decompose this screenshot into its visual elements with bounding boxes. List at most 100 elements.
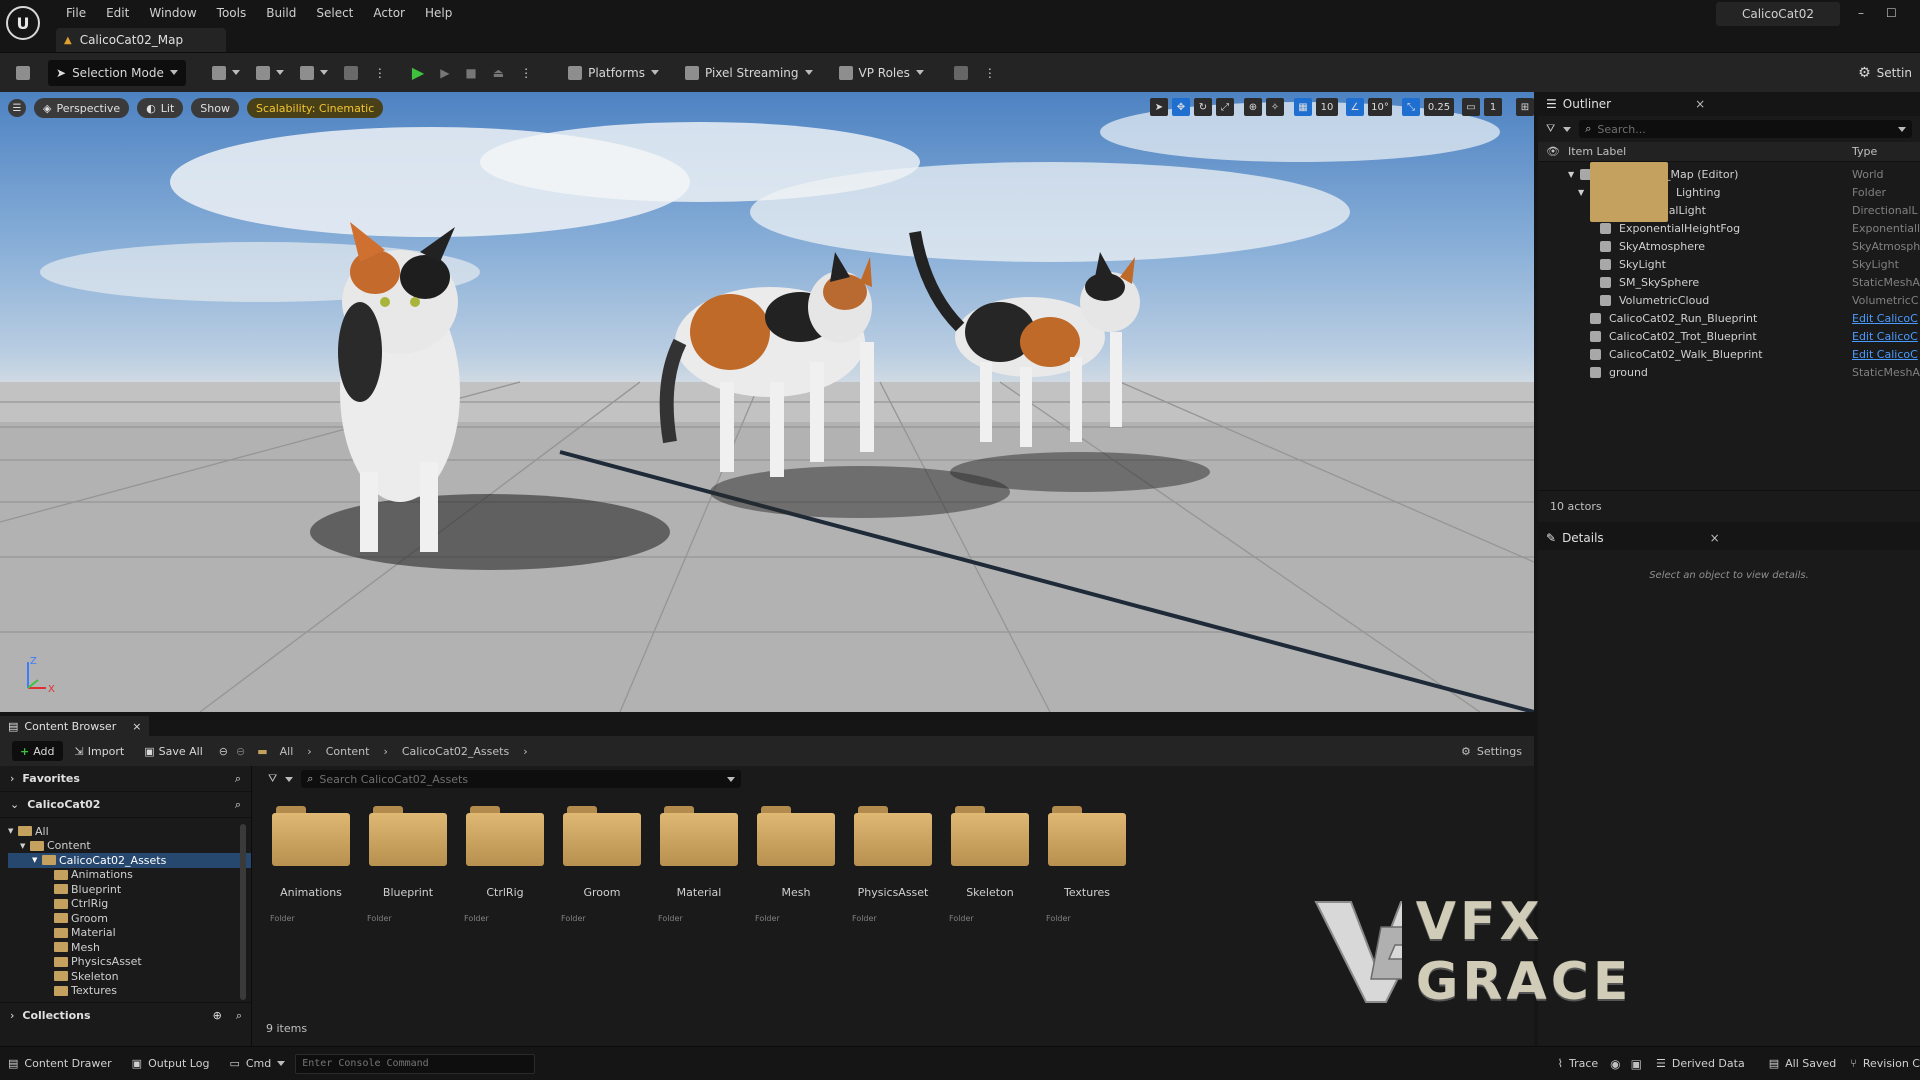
settings-button[interactable]: ⚙ Settin [1850,60,1920,86]
menu-select[interactable]: Select [306,6,363,20]
selection-mode-button[interactable]: ➤ Selection Mode [48,59,186,86]
lit-button[interactable]: ◐ Lit [137,98,184,118]
asset-folder-tile[interactable]: Groom Folder [557,802,647,932]
expand-arrow-icon[interactable]: ▼ [20,842,30,850]
menu-file[interactable]: File [56,6,96,20]
viewport-layout-button[interactable]: ⊞ [1516,98,1534,116]
toolbar-more-button[interactable]: ⋮ [366,60,394,86]
menu-actor[interactable]: Actor [363,6,415,20]
expand-arrow-icon[interactable]: ▼ [1568,170,1580,179]
save-all-button[interactable]: ▣ Save All [136,741,211,761]
record-icon[interactable]: ◉ [1610,1057,1620,1071]
collections-section[interactable]: › Collections ⊕ ⌕ [0,1002,252,1028]
folder-tree-item[interactable]: Blueprint [8,882,251,897]
save-icon[interactable] [8,60,38,86]
cmd-button[interactable]: ▭ Cmd [229,1057,286,1070]
search-icon[interactable]: ⌕ [236,1009,242,1023]
search-icon[interactable]: ⌕ [235,772,241,786]
eye-icon[interactable]: 👁 [1546,145,1562,158]
item-label-column[interactable]: Item Label [1568,145,1852,158]
content-settings-button[interactable]: ⚙ Settings [1461,745,1522,758]
back-icon[interactable]: ⊖ [219,745,228,758]
asset-folder-tile[interactable]: Textures Folder [1042,802,1132,932]
asset-folder-tile[interactable]: Blueprint Folder [363,802,453,932]
forward-icon[interactable]: ⊖ [236,745,245,758]
close-icon[interactable]: × [132,720,141,733]
blueprint-button[interactable] [248,60,292,86]
edit-blueprint-link[interactable]: Edit CalicoC [1852,312,1920,325]
select-tool-button[interactable]: ➤ [1150,98,1168,116]
outliner-row[interactable]: CalicoCat02_Trot_Blueprint Edit CalicoC [1538,327,1920,345]
expand-arrow-icon[interactable]: ▼ [8,827,18,835]
menu-window[interactable]: Window [139,6,206,20]
outliner-row[interactable]: VolumetricCloud VolumetricC [1538,291,1920,309]
filter-icon[interactable]: ⛛ [268,772,277,786]
folder-tree-item[interactable]: Skeleton [8,969,251,984]
viewport-menu-button[interactable]: ☰ [8,99,26,117]
camera-button[interactable] [946,60,976,86]
rotation-snap-value[interactable]: 10° [1368,98,1392,116]
grid-snap-value[interactable]: 10 [1316,98,1338,116]
content-drawer-button[interactable]: ▤ Content Drawer [8,1057,112,1070]
outliner-row[interactable]: SkyAtmosphere SkyAtmosph [1538,237,1920,255]
world-local-button[interactable]: ⊕ [1244,98,1262,116]
scale-snap-value[interactable]: 0.25 [1424,98,1454,116]
folder-tree-item[interactable]: Material [8,926,251,941]
unreal-logo-icon[interactable]: U [6,6,40,40]
chevron-down-icon[interactable] [285,776,294,782]
modes-button[interactable] [336,60,366,86]
screenshot-icon[interactable]: ▣ [1631,1057,1642,1071]
tree-scrollbar[interactable] [240,824,246,1000]
all-saved-button[interactable]: ▤ All Saved [1769,1057,1837,1070]
scalability-badge[interactable]: Scalability: Cinematic [246,98,384,118]
outliner-row[interactable]: CalicoCat02_Run_Blueprint Edit CalicoC [1538,309,1920,327]
project-section[interactable]: ⌄ CalicoCat02 ⌕ [0,792,251,818]
filter-icon[interactable]: ⛛ [1546,122,1555,136]
outliner-row[interactable]: ▼ Lighting Folder [1538,162,1920,222]
asset-search-input[interactable]: ⌕ Search CalicoCat02_Assets [301,770,742,788]
outliner-row[interactable]: ground StaticMeshA [1538,363,1920,381]
folder-tree-item[interactable]: ▼ Content [8,839,251,854]
folder-tree-item[interactable]: ▼ CalicoCat02_Assets [8,853,251,868]
folder-tree-item[interactable]: Animations [8,868,251,883]
grid-snap-toggle[interactable]: ▦ [1294,98,1312,116]
console-command-input[interactable] [295,1053,536,1074]
asset-folder-tile[interactable]: PhysicsAsset Folder [848,802,938,932]
expand-arrow-icon[interactable]: ▼ [1578,188,1590,197]
outliner-row[interactable]: CalicoCat02_Walk_Blueprint Edit CalicoC [1538,345,1920,363]
pixel-streaming-button[interactable]: Pixel Streaming [677,60,821,86]
add-collection-icon[interactable]: ⊕ [213,1009,222,1022]
translate-tool-button[interactable]: ✥ [1172,98,1190,116]
trace-button[interactable]: ⌇ Trace [1558,1057,1599,1070]
play-button[interactable]: ▶ [404,60,432,86]
show-button[interactable]: Show [191,98,239,118]
asset-folder-tile[interactable]: CtrlRig Folder [460,802,550,932]
maximize-icon[interactable]: ☐ [1886,6,1897,20]
edit-blueprint-link[interactable]: Edit CalicoC [1852,348,1920,361]
expand-arrow-icon[interactable]: ▼ [32,856,42,864]
close-icon[interactable]: × [1710,531,1720,545]
vp-roles-button[interactable]: VP Roles [831,60,932,86]
rotation-snap-toggle[interactable]: ∠ [1346,98,1364,116]
stop-button[interactable]: ■ [457,60,484,86]
edit-blueprint-link[interactable]: Edit CalicoC [1852,330,1920,343]
breadcrumb-assets[interactable]: CalicoCat02_Assets [402,745,509,758]
type-column[interactable]: Type [1852,145,1920,158]
menu-help[interactable]: Help [415,6,462,20]
content-browser-tab[interactable]: ▤ Content Browser × [0,716,150,736]
add-actor-button[interactable] [204,60,248,86]
advance-frame-button[interactable]: ▶ [432,60,457,86]
camera-speed-value[interactable]: 1 [1484,98,1502,116]
asset-folder-tile[interactable]: Mesh Folder [751,802,841,932]
search-icon[interactable]: ⌕ [235,798,241,812]
outliner-search-input[interactable]: ⌕ Search... [1579,120,1912,138]
asset-folder-tile[interactable]: Skeleton Folder [945,802,1035,932]
rotate-tool-button[interactable]: ↻ [1194,98,1212,116]
output-log-button[interactable]: ▣ Output Log [132,1057,210,1070]
folder-tree-item[interactable]: ▼ All [8,824,251,839]
folder-tree-item[interactable]: ▶Engine [8,998,251,1000]
breadcrumb-content[interactable]: Content [326,745,370,758]
perspective-button[interactable]: ◈ Perspective [34,98,130,118]
close-icon[interactable]: × [1695,97,1705,111]
outliner-row[interactable]: SM_SkySphere StaticMeshA [1538,273,1920,291]
